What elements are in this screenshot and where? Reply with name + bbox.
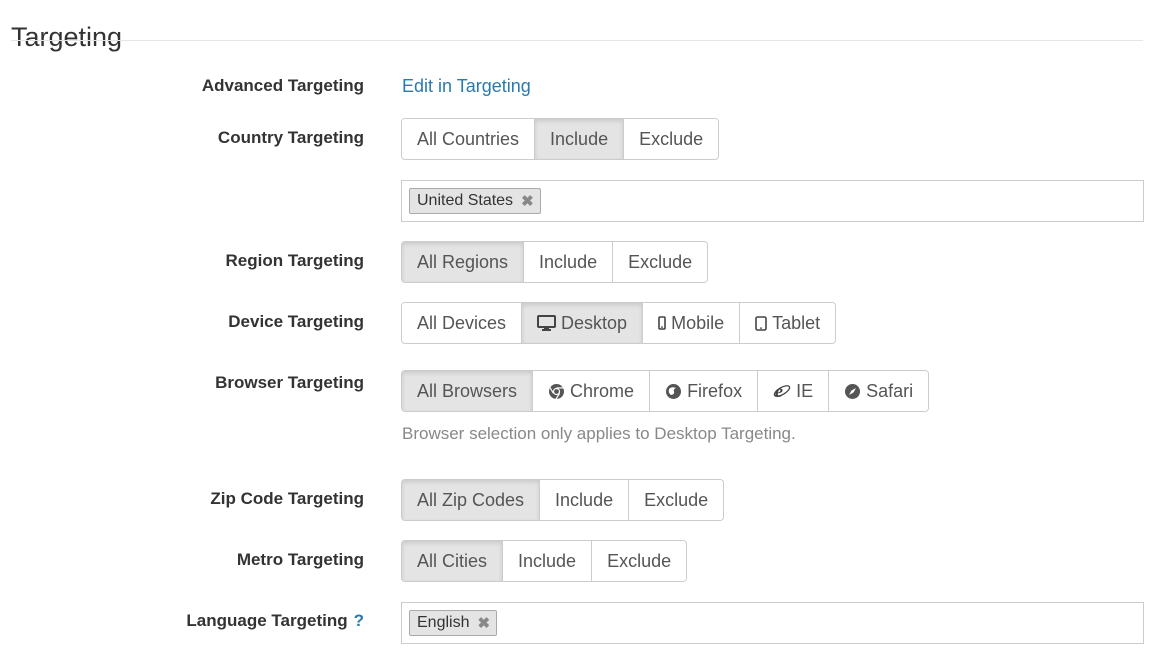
browser-all-browsers-button[interactable]: All Browsers [402, 371, 533, 411]
device-mobile-button[interactable]: Mobile [642, 303, 740, 343]
device-tablet-button[interactable]: Tablet [739, 303, 836, 343]
device-tablet-label: Tablet [772, 312, 821, 333]
country-include-button[interactable]: Include [534, 119, 624, 159]
remove-tag-icon[interactable]: ✖ [521, 192, 534, 210]
tablet-icon [755, 315, 767, 331]
browser-safari-button[interactable]: Safari [828, 371, 929, 411]
firefox-icon [666, 383, 682, 399]
page-title: Targeting [11, 22, 123, 53]
mobile-icon [658, 316, 666, 330]
language-targeting-label: Language Targeting? [186, 611, 364, 631]
country-targeting-group: All Countries Include Exclude [401, 118, 720, 160]
country-tag-input[interactable]: United States ✖ [401, 180, 1144, 222]
browser-firefox-button[interactable]: Firefox [649, 371, 758, 411]
browser-help-text: Browser selection only applies to Deskto… [402, 424, 796, 443]
browser-ie-button[interactable]: e IE [757, 371, 829, 411]
zip-code-targeting-group: All Zip Codes Include Exclude [401, 479, 725, 521]
zip-all-zip-codes-button[interactable]: All Zip Codes [402, 480, 540, 520]
region-targeting-label: Region Targeting [225, 251, 364, 270]
edit-in-targeting-link[interactable]: Edit in Targeting [402, 76, 531, 97]
device-desktop-button[interactable]: Desktop [521, 303, 643, 343]
country-all-countries-button[interactable]: All Countries [402, 119, 535, 159]
zip-exclude-button[interactable]: Exclude [628, 480, 724, 520]
language-tag: English ✖ [409, 610, 498, 636]
zip-code-targeting-label: Zip Code Targeting [210, 489, 364, 508]
region-all-regions-button[interactable]: All Regions [402, 242, 524, 282]
advanced-targeting-label: Advanced Targeting [201, 76, 364, 95]
language-targeting-label-text: Language Targeting [186, 611, 348, 630]
safari-icon [845, 383, 861, 399]
country-tag: United States ✖ [409, 188, 541, 214]
device-targeting-group: All Devices Desktop Mobile Tablet [401, 302, 837, 344]
help-icon[interactable]: ? [354, 611, 364, 630]
browser-ie-label: IE [796, 380, 814, 401]
browser-firefox-label: Firefox [687, 380, 743, 401]
metro-targeting-label: Metro Targeting [236, 550, 364, 569]
metro-include-button[interactable]: Include [502, 541, 592, 581]
country-exclude-button[interactable]: Exclude [623, 119, 719, 159]
browser-chrome-button[interactable]: Chrome [532, 371, 650, 411]
device-mobile-label: Mobile [671, 312, 725, 333]
ie-icon: e [773, 382, 791, 400]
zip-include-button[interactable]: Include [539, 480, 629, 520]
browser-safari-label: Safari [866, 380, 914, 401]
device-targeting-label: Device Targeting [228, 312, 364, 331]
browser-chrome-label: Chrome [570, 380, 635, 401]
browser-targeting-label: Browser Targeting [215, 373, 364, 392]
chrome-icon [549, 383, 565, 399]
device-all-devices-button[interactable]: All Devices [402, 303, 522, 343]
remove-tag-icon[interactable]: ✖ [477, 614, 490, 632]
region-include-button[interactable]: Include [523, 242, 613, 282]
language-tag-input[interactable]: English ✖ [401, 602, 1144, 644]
country-tag-label: United States [417, 192, 514, 209]
region-targeting-group: All Regions Include Exclude [401, 241, 709, 283]
browser-all-browsers-label: All Browsers [417, 380, 518, 401]
device-desktop-label: Desktop [561, 312, 628, 333]
device-all-devices-label: All Devices [417, 312, 507, 333]
metro-exclude-button[interactable]: Exclude [591, 541, 687, 581]
country-targeting-label: Country Targeting [217, 128, 364, 147]
metro-all-cities-button[interactable]: All Cities [402, 541, 503, 581]
desktop-icon [537, 315, 557, 331]
metro-targeting-group: All Cities Include Exclude [401, 540, 688, 582]
region-exclude-button[interactable]: Exclude [612, 242, 708, 282]
language-tag-label: English [417, 614, 470, 631]
browser-targeting-group: All Browsers Chrome Firefox e IE Safari [401, 370, 930, 412]
title-divider [11, 40, 1143, 41]
